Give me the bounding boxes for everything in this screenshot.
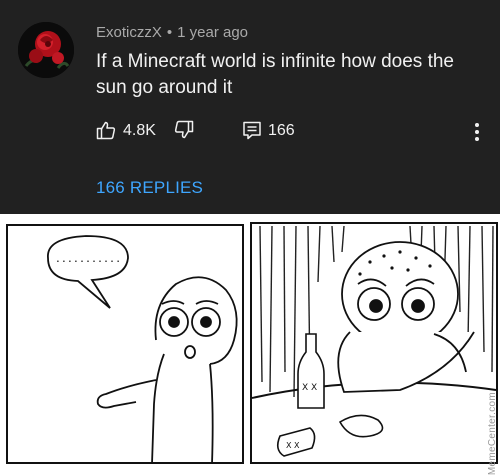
reply-count: 166 bbox=[268, 122, 295, 139]
svg-text:X X: X X bbox=[302, 383, 317, 393]
meme-panel-left: ........... bbox=[6, 224, 244, 464]
comment-meta: ExoticzzX • 1 year ago bbox=[96, 24, 248, 41]
meme-image: ........... X X X X MemeCenter.com bbox=[0, 214, 500, 475]
speech-bubble-dots: ........... bbox=[55, 254, 121, 265]
vertical-ellipsis-icon[interactable] bbox=[474, 122, 480, 142]
thumbs-up-icon[interactable] bbox=[96, 120, 116, 140]
rose-avatar-image bbox=[18, 22, 74, 78]
comment-icon[interactable] bbox=[242, 120, 262, 140]
user-avatar[interactable] bbox=[18, 22, 74, 78]
comment-card: ExoticzzX • 1 year ago If a Minecraft worl… bbox=[0, 0, 500, 214]
svg-text:X X: X X bbox=[286, 441, 300, 450]
username[interactable]: ExoticzzX bbox=[96, 24, 162, 41]
like-count: 4.8K bbox=[123, 122, 156, 139]
timestamp[interactable]: 1 year ago bbox=[177, 24, 248, 41]
view-replies-button[interactable]: 166 REPLIES bbox=[96, 178, 203, 198]
meta-separator: • bbox=[166, 24, 173, 41]
meme-panel-right: X X X X bbox=[250, 222, 498, 464]
watermark: MemeCenter.com bbox=[487, 392, 498, 475]
thumbs-down-icon[interactable] bbox=[174, 120, 194, 140]
comment-text: If a Minecraft world is infinite how doe… bbox=[96, 51, 455, 98]
